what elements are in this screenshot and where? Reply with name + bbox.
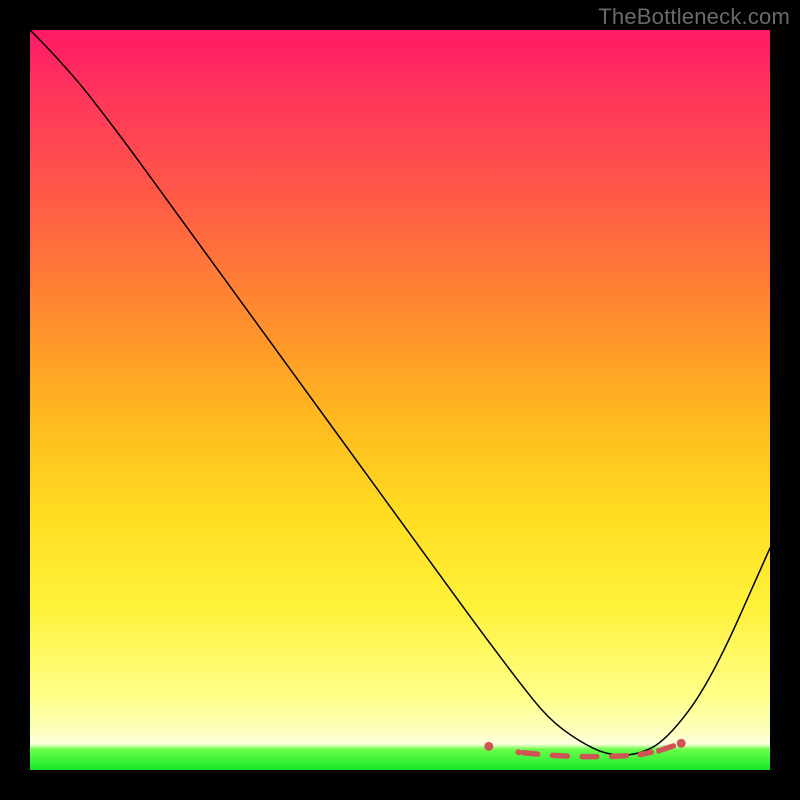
marker-dash	[662, 746, 673, 750]
plot-area	[30, 30, 770, 770]
marker-dot	[677, 739, 686, 748]
marker-dash	[640, 752, 651, 754]
bottleneck-curve	[30, 30, 770, 755]
marker-dash	[552, 755, 567, 756]
curve-layer	[30, 30, 770, 770]
optimal-band-markers	[484, 739, 685, 757]
watermark-text: TheBottleneck.com	[598, 4, 790, 30]
marker-dot	[515, 749, 521, 755]
chart-frame: TheBottleneck.com	[0, 0, 800, 800]
marker-dot	[656, 748, 662, 754]
marker-dash	[523, 753, 538, 754]
marker-dot	[484, 742, 493, 751]
marker-dash	[612, 756, 627, 757]
